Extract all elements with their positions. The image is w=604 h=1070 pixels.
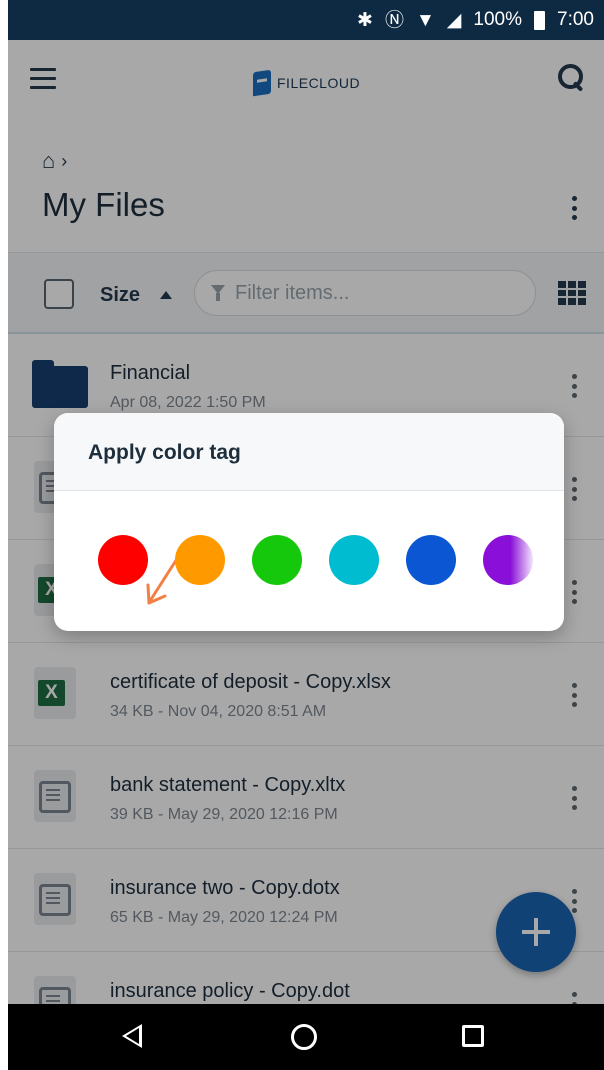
home-circle-icon[interactable]	[291, 1024, 317, 1050]
color-swatch-red[interactable]	[98, 535, 148, 585]
clock: 7:00	[557, 9, 594, 30]
status-bar: ✱ Ⓝ ▼ ◢ 100% 7:00	[8, 0, 604, 40]
system-nav-bar	[8, 1004, 604, 1070]
wifi-icon: ▼	[415, 9, 435, 31]
color-swatch-orange[interactable]	[175, 535, 225, 585]
signal-icon: ◢	[446, 9, 462, 31]
recent-apps-icon[interactable]	[462, 1025, 484, 1047]
dialog-header: Apply color tag	[54, 413, 564, 491]
app-screen: ✱ Ⓝ ▼ ◢ 100% 7:00 FILECLOUD ⌂ › My Files…	[8, 0, 604, 1070]
color-swatch-purple[interactable]	[483, 535, 533, 585]
color-swatch-blue[interactable]	[406, 535, 456, 585]
back-icon[interactable]	[122, 1024, 142, 1048]
bluetooth-icon: ✱	[357, 9, 373, 31]
color-swatch-green[interactable]	[252, 535, 302, 585]
color-swatch-row	[54, 491, 564, 631]
dialog-title: Apply color tag	[88, 441, 241, 464]
apply-color-tag-dialog: Apply color tag	[54, 413, 564, 631]
nfc-icon: Ⓝ	[384, 9, 404, 31]
color-swatch-cyan[interactable]	[329, 535, 379, 585]
battery-icon	[534, 10, 546, 30]
battery-percent: 100%	[473, 9, 523, 30]
